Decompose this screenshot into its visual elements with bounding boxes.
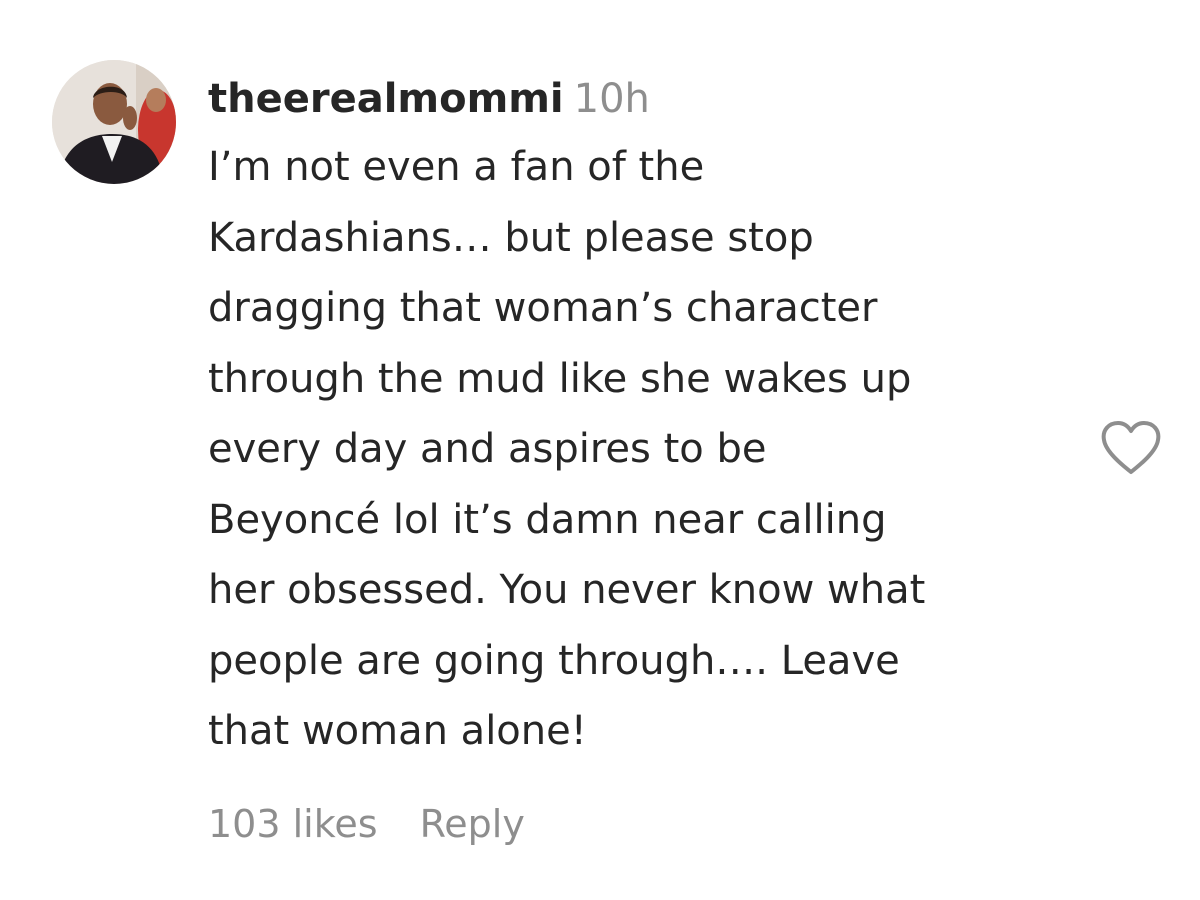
comment-item: theerealmommi 10h I’m not even a fan of t… <box>0 0 1200 900</box>
comment-body: theerealmommi 10h I’m not even a fan of t… <box>208 70 1088 767</box>
comment-text: I’m not even a fan of the Kardashians… b… <box>208 144 926 754</box>
likes-count[interactable]: 103 likes <box>208 802 378 846</box>
comment-timestamp[interactable]: 10h <box>574 76 650 122</box>
avatar[interactable] <box>52 60 176 184</box>
reply-button[interactable]: Reply <box>420 802 525 846</box>
like-button[interactable] <box>1100 420 1162 476</box>
comment-header: theerealmommi 10h <box>208 70 1088 128</box>
comment-actions: 103 likes Reply <box>208 798 525 850</box>
heart-outline-icon <box>1101 421 1161 474</box>
username-link[interactable]: theerealmommi <box>208 76 564 122</box>
profile-photo-icon <box>52 60 176 184</box>
